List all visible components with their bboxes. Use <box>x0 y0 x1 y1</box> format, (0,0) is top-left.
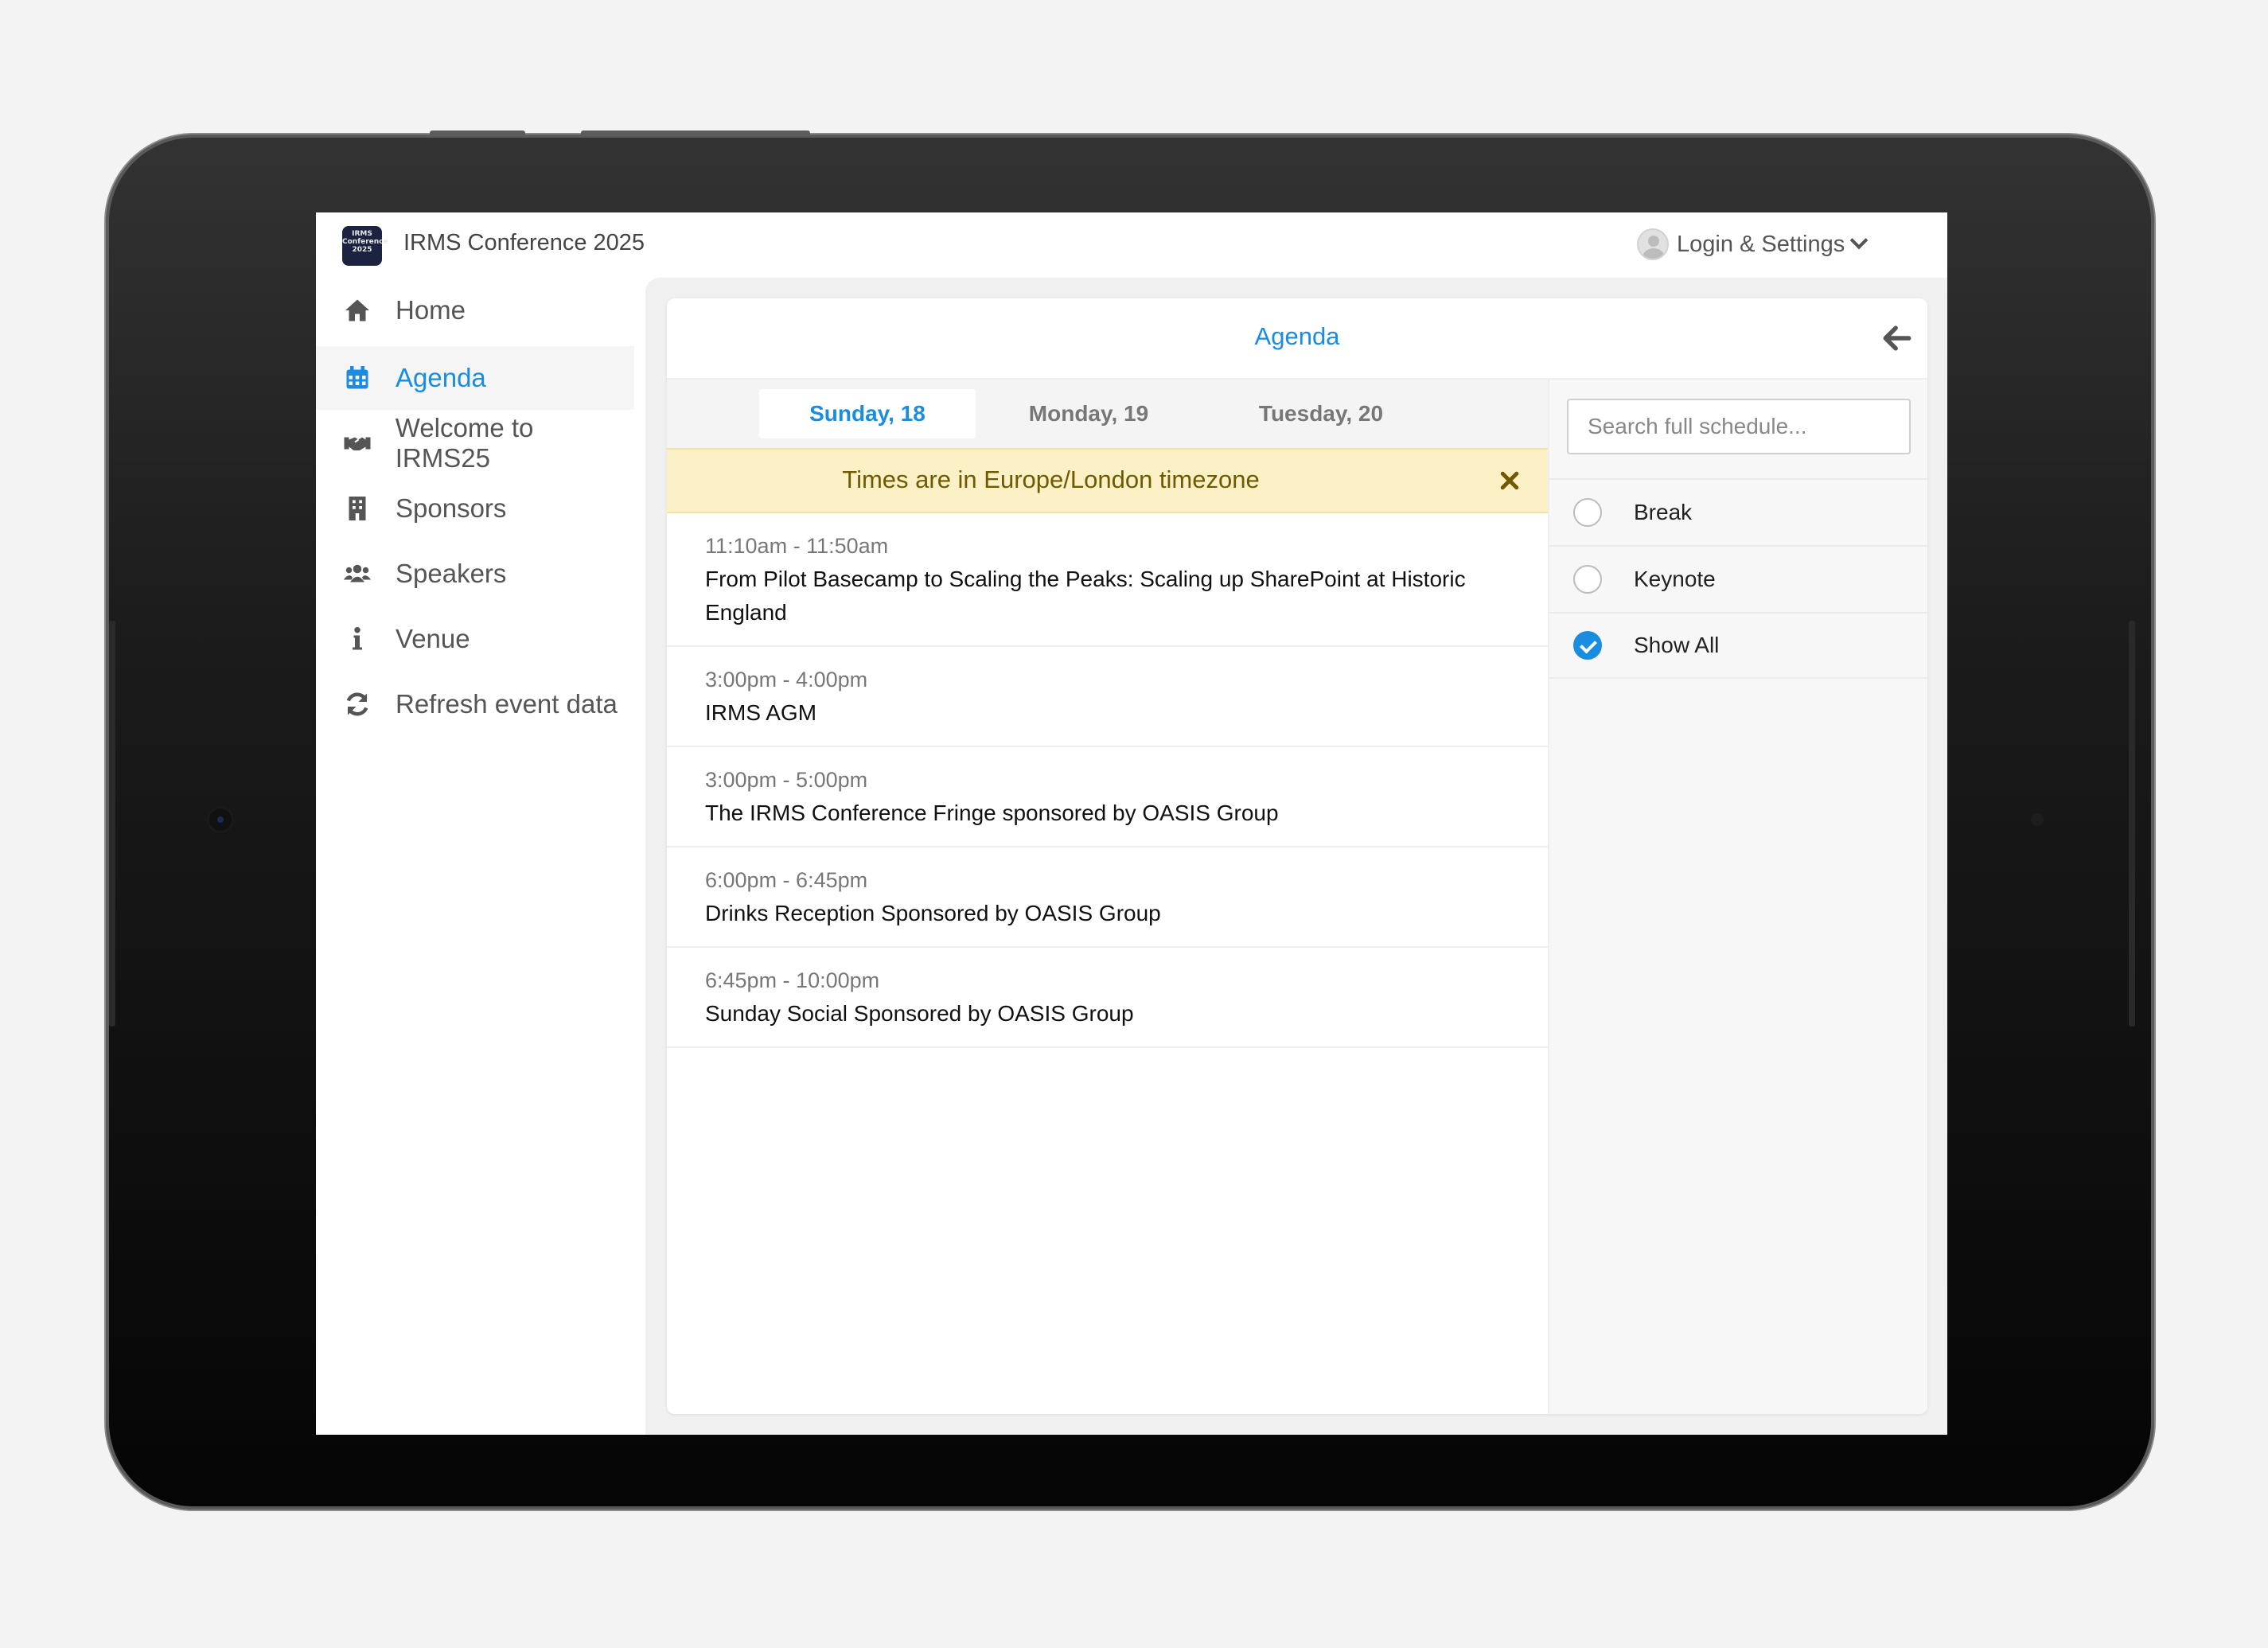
radio-button[interactable] <box>1573 565 1602 594</box>
avatar <box>1637 228 1669 260</box>
day-tabs: Sunday, 18 Monday, 19 Tuesday, 20 <box>667 380 1548 448</box>
session-time: 11:10am - 11:50am <box>705 534 889 558</box>
page-title: Agenda <box>1254 322 1340 350</box>
sidebar-item-label: Home <box>396 295 466 325</box>
session-time: 3:00pm - 5:00pm <box>705 768 868 792</box>
radio-button-checked[interactable] <box>1573 631 1602 660</box>
filter-option-break[interactable]: Break <box>1549 478 1927 545</box>
session-item[interactable]: 6:45pm - 10:00pm Sunday Social Sponsored… <box>667 948 1548 1048</box>
filter-label: Keynote <box>1634 567 1716 591</box>
home-icon <box>341 294 373 326</box>
building-icon <box>341 493 373 524</box>
search-input[interactable] <box>1567 399 1911 454</box>
tablet-volume-button <box>430 131 525 136</box>
session-time: 3:00pm - 4:00pm <box>705 668 868 692</box>
info-icon <box>341 623 373 655</box>
sidebar-item-label: Speakers <box>396 559 507 588</box>
session-time: 6:45pm - 10:00pm <box>705 968 880 992</box>
sidebar-item-venue[interactable]: Venue <box>316 607 634 671</box>
sidebar-item-home[interactable]: Home <box>316 279 634 342</box>
close-icon[interactable] <box>1498 469 1522 493</box>
app-title: IRMS Conference 2025 <box>403 230 645 255</box>
filter-label: Show All <box>1634 633 1720 657</box>
session-title: From Pilot Basecamp to Scaling the Peaks… <box>705 567 1466 625</box>
app-screen: IRMS Conference 2025 IRMS Conference 2025 … <box>316 212 1947 1435</box>
session-item[interactable]: 3:00pm - 5:00pm The IRMS Conference Frin… <box>667 747 1548 847</box>
tablet-camera <box>209 808 232 831</box>
sidebar-item-label: Refresh event data <box>396 689 618 719</box>
top-bar: IRMS Conference 2025 IRMS Conference 2025 … <box>316 212 1947 278</box>
sidebar-item-label: Agenda <box>396 363 486 392</box>
sidebar-item-label: Venue <box>396 624 470 653</box>
session-item[interactable]: 3:00pm - 4:00pm IRMS AGM <box>667 647 1548 747</box>
filter-panel: Break Keynote Show All <box>1548 380 1927 1414</box>
filter-option-keynote[interactable]: Keynote <box>1549 545 1927 612</box>
filter-option-show-all[interactable]: Show All <box>1549 612 1927 679</box>
tablet-power-button <box>581 131 810 136</box>
timezone-banner: Times are in Europe/London timezone <box>667 448 1548 513</box>
chevron-down-icon <box>1849 231 1869 250</box>
sidebar-item-label: Sponsors <box>396 493 507 523</box>
refresh-icon <box>341 688 373 720</box>
session-item[interactable]: 6:00pm - 6:45pm Drinks Reception Sponsor… <box>667 847 1548 948</box>
session-title: The IRMS Conference Fringe sponsored by … <box>705 801 1279 825</box>
sidebar-item-speakers[interactable]: Speakers <box>316 542 634 606</box>
sidebar-item-refresh[interactable]: Refresh event data <box>316 672 634 736</box>
app-logo: IRMS Conference 2025 <box>342 226 388 266</box>
tab-tuesday[interactable]: Tuesday, 20 <box>1202 389 1440 438</box>
calendar-icon <box>341 362 373 394</box>
timezone-notice: Times are in Europe/London timezone <box>842 466 1260 493</box>
sidebar-item-agenda[interactable]: Agenda <box>316 346 634 410</box>
back-arrow-icon[interactable] <box>1880 321 1915 356</box>
session-title: Drinks Reception Sponsored by OASIS Grou… <box>705 901 1161 925</box>
login-settings-label: Login & Settings <box>1677 231 1845 257</box>
handshake-icon <box>341 427 373 459</box>
tablet-side-speaker-right <box>2129 621 2135 1027</box>
radio-button[interactable] <box>1573 498 1602 527</box>
sidebar-item-welcome[interactable]: Welcome to IRMS25 <box>316 411 634 475</box>
sidebar-nav: Home Agenda Welcome to IRMS25 Sponsors S… <box>316 278 645 1435</box>
session-title: Sunday Social Sponsored by OASIS Group <box>705 1001 1134 1026</box>
agenda-header: Agenda <box>667 298 1927 380</box>
users-icon <box>341 558 373 590</box>
tablet-side-speaker-left <box>109 621 115 1027</box>
sidebar-item-sponsors[interactable]: Sponsors <box>316 477 634 540</box>
session-title: IRMS AGM <box>705 700 817 725</box>
login-settings-menu[interactable]: Login & Settings <box>1637 225 1869 263</box>
tab-sunday[interactable]: Sunday, 18 <box>759 389 976 438</box>
session-item[interactable]: 11:10am - 11:50am From Pilot Basecamp to… <box>667 513 1548 647</box>
sidebar-item-label: Welcome to IRMS25 <box>395 413 534 473</box>
agenda-card: Agenda Sunday, 18 Monday, 19 Tuesday, 20… <box>667 298 1927 1414</box>
session-time: 6:00pm - 6:45pm <box>705 868 868 892</box>
tab-monday[interactable]: Monday, 19 <box>985 389 1192 438</box>
filter-label: Break <box>1634 500 1693 524</box>
tablet-sensor <box>2031 813 2044 826</box>
